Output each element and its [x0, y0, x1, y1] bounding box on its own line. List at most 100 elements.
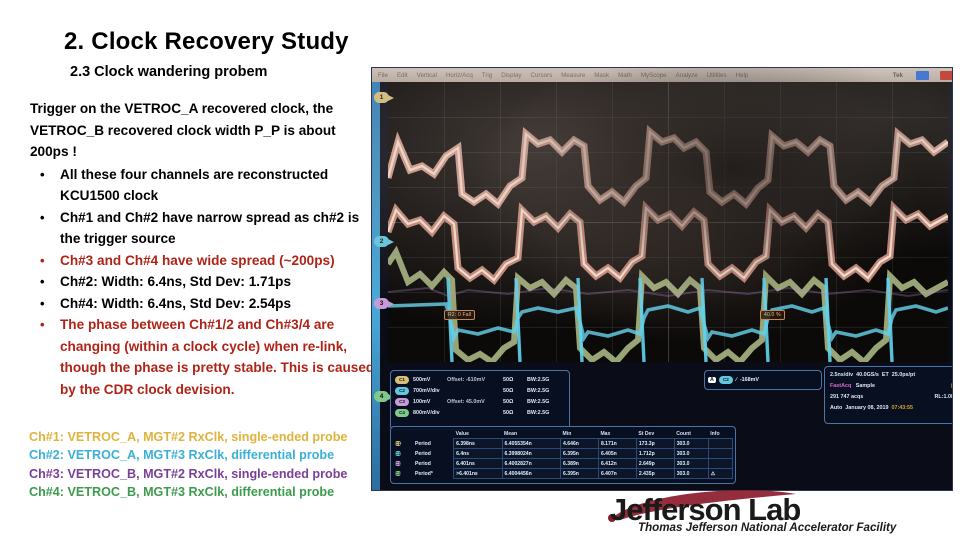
channel-pill-c4: C4: [395, 408, 409, 417]
bullet-text: Ch#3 and Ch#4 have wide spread (~200ps): [60, 252, 335, 268]
scope-menu-item-vertical[interactable]: Vertical: [417, 72, 437, 79]
channel-marker-2[interactable]: 2: [374, 236, 394, 247]
close-button[interactable]: [940, 70, 952, 80]
scope-menu-item-analyze[interactable]: Analyze: [676, 72, 698, 79]
vertical-scale-c2: 700mV/div: [413, 387, 440, 394]
bullet-text: All these four channels are reconstructe…: [60, 166, 329, 204]
cursor-label-2[interactable]: 40.0 %: [760, 310, 785, 320]
channel-pill-c1: C1: [395, 375, 409, 384]
measurement-row[interactable]: C1 Period 6.398ns 6.4055354n 4.646n 8.171n 173…: [393, 438, 734, 449]
bullet-item: • Ch#1 and Ch#2 have narrow spread as ch#…: [30, 207, 375, 250]
meas-stdev: 173.3p: [635, 438, 675, 449]
meas-value: 6.401ns: [453, 458, 503, 469]
measurement-table: Value Mean Min Max St Dev Count Info C1 Period 6…: [393, 429, 734, 479]
sampling-label: Sample: [855, 383, 875, 389]
acq-fastacq-row: FastAcq Sample ▮: [830, 381, 952, 392]
meas-mean: 6.3998024n: [501, 448, 562, 459]
bullet-text: Ch#4: Width: 6.4ns, Std Dev: 2.54ps: [60, 295, 292, 311]
channel-marker-3[interactable]: 3: [374, 298, 394, 309]
acq-count-value: 291 747 acqs: [830, 394, 864, 400]
meas-mean: 6.4002827n: [501, 458, 562, 469]
meas-min: 6.389n: [560, 458, 599, 469]
meas-value: 6.398ns: [453, 438, 503, 449]
acq-indicator-icon: ▮: [951, 381, 952, 392]
scope-menu-item-cursors[interactable]: Cursors: [531, 72, 553, 79]
scope-menu-item-utilities[interactable]: Utilities: [707, 72, 727, 79]
meas-info: [707, 448, 734, 459]
meas-name: Period: [415, 460, 431, 467]
meas-channel-pill: C1: [395, 440, 401, 446]
slide-root: 2. Clock Recovery Study 2.3 Clock wander…: [0, 0, 960, 540]
bullet-marker: •: [40, 209, 45, 225]
vertical-impedance-c3: 50Ω: [503, 398, 514, 405]
scope-menu-item-edit[interactable]: Edit: [397, 72, 408, 79]
legend-item-ch2: Ch#2: VETROC_A, MGT#3 RxClk, differentia…: [29, 448, 335, 463]
measurement-table-panel[interactable]: Value Mean Min Max St Dev Count Info C1 Period 6…: [390, 426, 736, 484]
vertical-settings-panel[interactable]: C1 500mV Offset: -610mV 50Ω BW:2.5G C2 700mV/d…: [390, 370, 570, 430]
meas-name: Period: [415, 450, 431, 457]
jefferson-lab-logo: Jefferson Lab Thomas Jefferson National …: [600, 490, 950, 536]
waveform-traces: [388, 125, 948, 362]
channel-marker-4[interactable]: 4: [374, 391, 394, 402]
meas-column-header: Value: [455, 430, 469, 437]
scope-menu-item-math[interactable]: Math: [618, 72, 632, 79]
scope-menu-item-file[interactable]: File: [378, 72, 388, 79]
bullet-item: • Ch#4: Width: 6.4ns, Std Dev: 2.54ps: [30, 293, 375, 315]
meas-max: 6.407n: [597, 468, 637, 479]
trigger-settings-panel[interactable]: A C2 ∕ -168mV: [704, 370, 822, 390]
meas-column-header: Mean: [504, 430, 518, 437]
meas-mean: 6.4055354n: [501, 438, 562, 449]
scope-menu-item-trig[interactable]: Trig: [482, 72, 492, 79]
meas-count: 303.0: [673, 448, 709, 459]
bullet-text: Ch#2: Width: 6.4ns, Std Dev: 1.71ps: [60, 274, 292, 289]
measurement-row[interactable]: C2 Period 6.4ns 6.3998024n 6.395n 6.405n 1.712…: [393, 448, 734, 459]
graticule-area: R2: 0 Fall 40.0 %: [388, 82, 948, 362]
meas-min: 6.395n: [560, 448, 599, 459]
meas-info: ⚠: [707, 468, 734, 479]
scope-menu-item-measure[interactable]: Measure: [561, 72, 585, 79]
acq-mode-value: ET: [881, 372, 889, 378]
scope-left-edge-bar: [372, 82, 380, 490]
meas-max: 8.171n: [597, 438, 637, 449]
vertical-row-c2[interactable]: C2 700mV/div 50Ω BW:2.5G: [395, 385, 565, 396]
body-text-block: Trigger on the VETROC_A recovered clock,…: [30, 98, 375, 400]
scope-menu-item-display[interactable]: Display: [501, 72, 521, 79]
trigger-mode-value: Auto: [830, 405, 843, 411]
meas-count: 303.0: [673, 458, 709, 469]
measurement-row[interactable]: C3 Period 6.401ns 6.4002827n 6.389n 6.412n 2.6…: [393, 458, 734, 469]
scope-menu-item-help[interactable]: Help: [736, 72, 749, 79]
meas-min: 6.395n: [560, 468, 599, 479]
scope-menu-item-myscope[interactable]: MyScope: [641, 72, 667, 79]
meas-count: 303.0: [673, 468, 709, 479]
resolution-value: 25.0ps/pt: [891, 372, 916, 378]
scope-menu-item-mask[interactable]: Mask: [594, 72, 609, 79]
acq-datetime-row: Auto January 08, 2019 07:43:55: [830, 403, 952, 414]
scope-menu-item-horiz-acq[interactable]: Horiz/Acq: [446, 72, 473, 79]
vertical-impedance-c1: 50Ω: [503, 376, 514, 383]
meas-max: 6.405n: [597, 448, 637, 459]
channel-marker-1[interactable]: 1: [374, 92, 394, 103]
vertical-bandwidth-c1: BW:2.5G: [527, 376, 550, 383]
vertical-row-c1[interactable]: C1 500mV Offset: -610mV 50Ω BW:2.5G: [395, 374, 565, 385]
trigger-channel-badge: C2: [718, 376, 733, 384]
minimize-button[interactable]: [916, 70, 929, 80]
timebase-value: 2.5ns/div: [830, 372, 854, 378]
bullet-item: • The phase between Ch#1/2 and Ch#3/4 are…: [30, 314, 375, 400]
acquisition-status-panel[interactable]: 2.5ns/div 40.0GS/s ET 25.0ps/pt FastAcq …: [824, 366, 952, 424]
vertical-row-c3[interactable]: C3 100mV Offset: 45.0mV 50Ω BW:2.5G: [395, 396, 565, 407]
scope-menubar[interactable]: File Edit Vertical Horiz/Acq Trig Display Curs…: [372, 68, 952, 82]
meas-channel-pill: C4: [395, 470, 401, 476]
bullet-marker: •: [40, 252, 45, 268]
vertical-scale-c1: 500mV: [413, 376, 431, 383]
vertical-scale-c4: 800mV/div: [413, 409, 440, 416]
cursor-label-1[interactable]: R2: 0 Fall: [444, 310, 476, 320]
meas-stdev: 1.712p: [635, 448, 675, 459]
trigger-source-badge: A: [708, 377, 716, 383]
bullet-item: • All these four channels are reconstruct…: [30, 164, 375, 207]
acq-date: January 08, 2019: [845, 405, 889, 411]
fastacq-label: FastAcq: [830, 383, 852, 389]
legend-item-ch1: Ch#1: VETROC_A, MGT#2 RxClk, single-ende…: [29, 430, 348, 444]
measurement-row[interactable]: C4 Period* >6.401ns 6.4004456n 6.395n 6.407n 2…: [393, 468, 734, 479]
vertical-row-c4[interactable]: C4 800mV/div 50Ω BW:2.5G: [395, 407, 565, 418]
meas-count: 303.0: [673, 438, 709, 449]
